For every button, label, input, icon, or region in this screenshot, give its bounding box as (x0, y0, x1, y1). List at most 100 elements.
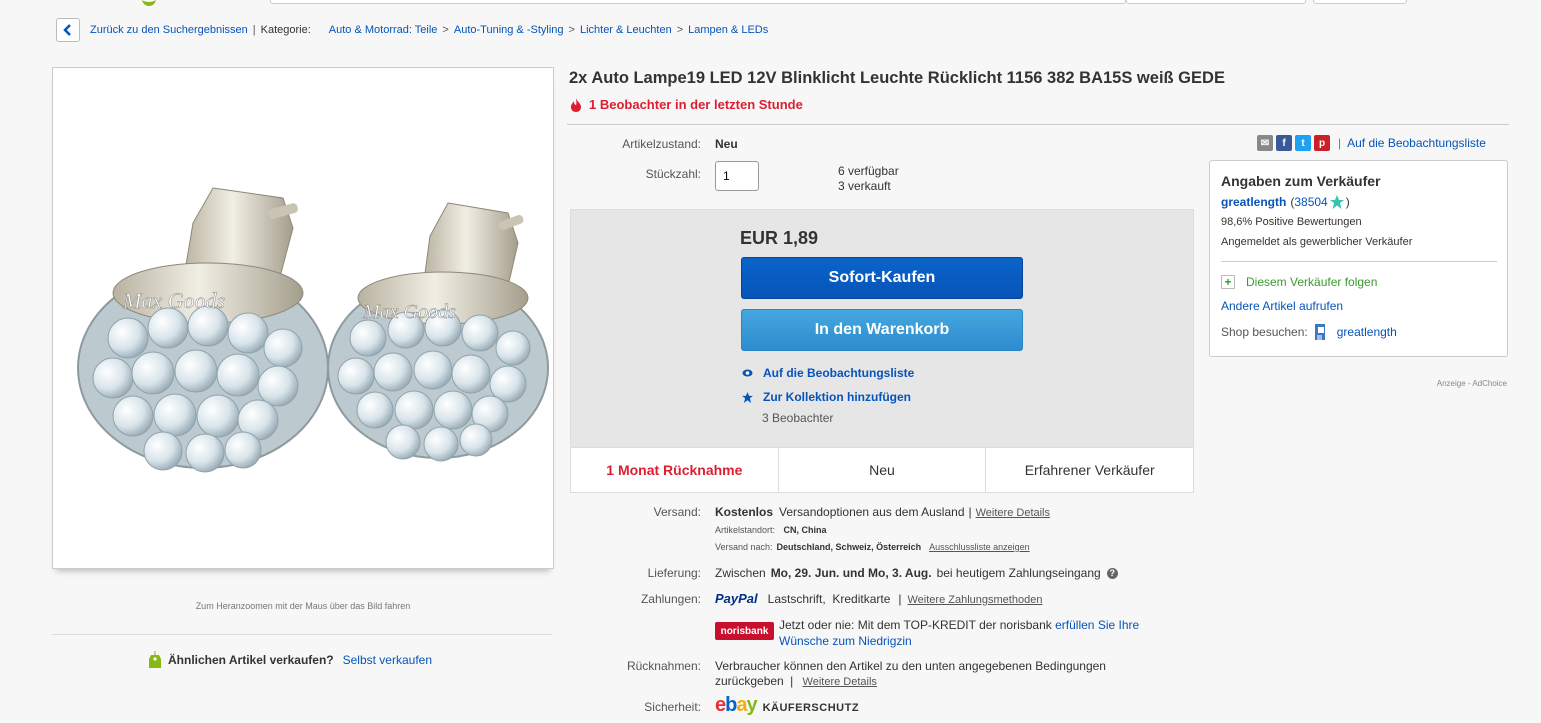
norisbank-link[interactable]: erfüllen Sie Ihre (1055, 618, 1139, 632)
breadcrumb-item[interactable]: Lichter & Leuchten (580, 24, 672, 36)
more-payment-link[interactable]: Weitere Zahlungsmethoden (908, 594, 1043, 606)
sell-yourself-link[interactable]: Selbst verkaufen (343, 653, 432, 667)
shop-link[interactable]: greatlength (1337, 325, 1397, 339)
back-button[interactable] (56, 18, 80, 42)
returns-pipe: | (790, 674, 794, 688)
plus-icon: + (1221, 275, 1235, 289)
category-label: Kategorie: (260, 24, 311, 36)
ebay-logo-y: y (746, 694, 757, 716)
seller-name-row: greatlength ( 38504 ) (1221, 195, 1350, 209)
star-icon (1329, 195, 1344, 209)
add-to-watchlist-link[interactable]: Auf die Beobachtungsliste (1347, 136, 1486, 150)
feedback-count-link[interactable]: 38504 (1294, 195, 1327, 209)
exclusion-list-link[interactable]: Ausschlussliste anzeigen (929, 542, 1030, 552)
header-strip (0, 0, 1541, 6)
ebay-logo-a: a (736, 694, 747, 716)
delivery-post: bei heutigem Zahlungseingang (936, 566, 1101, 580)
breadcrumb-separator: > (442, 24, 449, 36)
shop-label: Shop besuchen: (1221, 325, 1308, 339)
watcher-count: 3 Beobachter (762, 411, 834, 425)
collection-link-row[interactable]: Zur Kollektion hinzufügen (742, 390, 911, 404)
share-pipe: | (1338, 136, 1342, 150)
product-image[interactable]: Max Goods Max Goods (52, 67, 554, 569)
watchlist-link[interactable]: Auf die Beobachtungsliste (763, 366, 914, 380)
breadcrumb-separator: > (568, 24, 575, 36)
ships-to-value: Deutschland, Schweiz, Österreich (776, 542, 922, 552)
breadcrumb-item[interactable]: Auto-Tuning & -Styling (454, 24, 564, 36)
follow-seller-link[interactable]: Diesem Verkäufer folgen (1246, 275, 1377, 289)
help-icon[interactable]: ? (1106, 567, 1118, 579)
shipping-desc: Versandoptionen aus dem Ausland (779, 505, 965, 519)
eye-icon (742, 369, 753, 377)
buy-now-button[interactable]: Sofort-Kaufen (741, 257, 1023, 299)
returns-details-link[interactable]: Weitere Details (803, 676, 877, 688)
hot-watchers-text: 1 Beobachter in der letzten Stunde (589, 97, 803, 112)
search-button[interactable] (1313, 0, 1407, 4)
star-icon (742, 391, 753, 403)
shipping-details-link[interactable]: Weitere Details (976, 507, 1050, 519)
delivery-row: Zwischen Mo, 29. Jun. und Mo, 3. Aug. be… (715, 566, 1118, 580)
quantity-input[interactable] (715, 161, 759, 191)
chevron-left-icon (63, 24, 71, 36)
delivery-label: Lieferung: (647, 566, 701, 580)
led-bulbs-image: Max Goods Max Goods (77, 187, 549, 473)
add-to-cart-button[interactable]: In den Warenkorb (741, 309, 1023, 351)
breadcrumb-separator: > (676, 24, 684, 36)
sold-count-link[interactable]: 3 verkauft (838, 179, 891, 193)
collection-link[interactable]: Zur Kollektion hinzufügen (763, 390, 911, 404)
zoom-hint: Zum Heranzoomen mit der Maus über das Bi… (195, 601, 411, 611)
payment-methods: Lastschrift, Kreditkarte (767, 592, 891, 606)
seller-name-link[interactable]: greatlength (1221, 195, 1286, 209)
sell-similar: Ähnlichen Artikel verkaufen? Selbst verk… (148, 651, 432, 669)
back-to-results-link[interactable]: Zurück zu den Suchergebnissen (90, 24, 248, 36)
other-items-link[interactable]: Andere Artikel aufrufen (1221, 299, 1343, 313)
price: EUR 1,89 (740, 228, 819, 248)
ebay-logo-b: b (725, 694, 737, 716)
returns-feature: 1 Monat Rücknahme (571, 448, 779, 492)
watch-link-row[interactable]: Auf die Beobachtungsliste (742, 366, 914, 380)
category-select[interactable] (1126, 0, 1306, 4)
breadcrumb-pipe: | (252, 24, 256, 36)
returns-text: Verbraucher können den Artikel zu den un… (715, 659, 1106, 690)
condition-value: Neu (715, 137, 738, 151)
payment-pipe: | (898, 592, 902, 606)
returns-line1: Verbraucher können den Artikel zu den un… (715, 659, 1106, 673)
quantity-label: Stückzahl: (645, 167, 701, 181)
breadcrumb: Zurück zu den Suchergebnissen | Kategori… (56, 18, 768, 42)
seller-heading: Angaben zum Verkäufer (1221, 173, 1381, 189)
ebay-logo-e: e (715, 694, 726, 716)
watermark: Max Goods (122, 288, 225, 313)
shipping-cost: Kostenlos (715, 505, 774, 519)
search-input[interactable] (270, 0, 1126, 4)
norisbank-logo[interactable]: norisbank (715, 622, 774, 640)
email-icon[interactable]: ✉ (1257, 135, 1273, 151)
follow-seller[interactable]: + Diesem Verkäufer folgen (1221, 275, 1377, 289)
pinterest-icon[interactable]: p (1314, 135, 1330, 151)
ad-choice-label[interactable]: Anzeige - AdChoice (1300, 379, 1507, 388)
ebay-buyer-protection: e b a y KÄUFERSCHUTZ (715, 694, 859, 717)
breadcrumb-item[interactable]: Auto & Motorrad: Teile (329, 24, 438, 36)
security-label: Sicherheit: (644, 700, 701, 714)
hot-watchers-notice: 1 Beobachter in der letzten Stunde (570, 97, 803, 112)
divider (52, 634, 552, 635)
breadcrumb-item[interactable]: Lampen & LEDs (688, 24, 768, 36)
page-title: 2x Auto Lampe19 LED 12V Blinklicht Leuch… (569, 69, 1225, 87)
condition-feature: Neu (779, 448, 987, 492)
payment-row: PayPal Lastschrift, Kreditkarte | Weiter… (715, 591, 1042, 606)
facebook-icon[interactable]: f (1276, 135, 1292, 151)
shop-row: Shop besuchen: greatlength (1221, 323, 1397, 341)
norisbank-link[interactable]: Wünsche zum Niedrigzin (779, 634, 912, 648)
price-tag-icon (149, 651, 161, 668)
flame-icon (571, 97, 581, 112)
returns-label: Rücknahmen: (626, 659, 701, 673)
location-value: CN, China (783, 525, 827, 535)
available-count: 6 verfügbar (838, 164, 899, 178)
delivery-range: Mo, 29. Jun. und Mo, 3. Aug. (770, 566, 932, 580)
shipping-label: Versand: (653, 505, 701, 519)
item-location: Artikelstandort: CN, China (715, 525, 827, 535)
condition-label: Artikelzustand: (622, 137, 701, 151)
returns-line2: zurückgeben (715, 674, 784, 688)
twitter-icon[interactable]: t (1295, 135, 1311, 151)
ebay-logo-fragment[interactable] (142, 0, 156, 6)
positive-feedback: 98,6% Positive Bewertungen (1221, 216, 1362, 228)
